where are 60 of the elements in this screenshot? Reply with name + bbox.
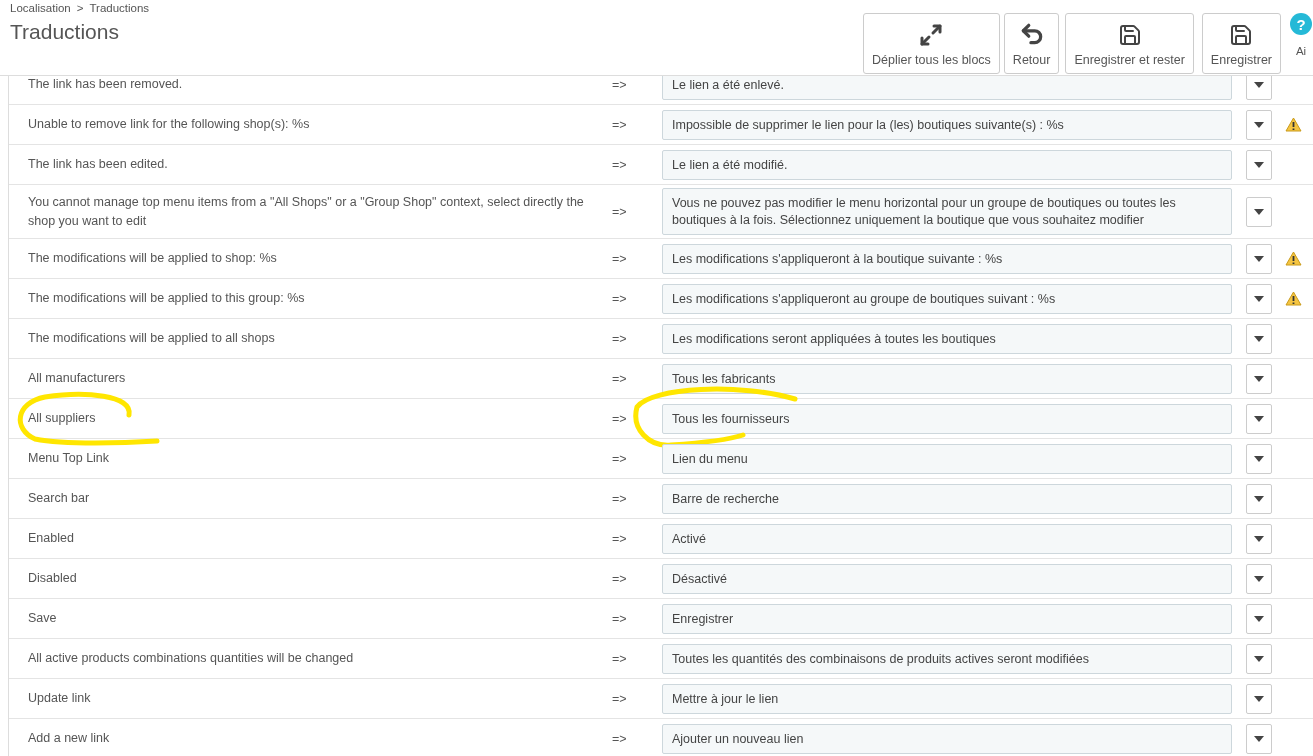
source-text: Unable to remove link for the following shop(s): %s (28, 116, 311, 133)
translation-field[interactable]: Les modifications seront appliquées à toutes les boutiques (662, 323, 1232, 354)
arrow-text: => (612, 731, 628, 746)
arrow-text: => (612, 251, 628, 266)
translation-field[interactable]: Vous ne pouvez pas modifier le menu horizontal pour un groupe de boutiques ou toutes les boutiques à la fois. Sélectionnez uniquement la boutique que vous souhaitez modifier (662, 188, 1232, 235)
source-text: All active products combinations quantities will be changed (28, 650, 355, 667)
translation-field[interactable]: Tous les fournisseurs (662, 403, 1232, 434)
translation-field[interactable]: Barre de recherche (662, 483, 1232, 514)
breadcrumb-item: > (76, 2, 84, 14)
toolbar-button[interactable]: Déplier tous les blocs (863, 13, 1000, 74)
translation-field[interactable]: Tous les fabricants (662, 363, 1232, 394)
source-text: The modifications will be applied to all shops (28, 330, 276, 347)
arrow-text: => (612, 331, 628, 346)
source-text: Disabled (28, 570, 78, 587)
source-text: The modifications will be applied to shop: %s (28, 250, 278, 267)
arrow-text: => (612, 531, 628, 546)
translation-field[interactable]: Activé (662, 523, 1232, 554)
source-text: Add a new link (28, 730, 111, 747)
source-text: You cannot manage top menu items from a "All Shops" or a "Group Shop" context, select directly the shop you want to edit (28, 193, 585, 230)
arrow-text: => (612, 491, 628, 506)
arrow-text: => (612, 371, 628, 386)
page-title: Traductions (10, 20, 120, 44)
translation-field[interactable]: Mettre à jour le lien (662, 683, 1232, 714)
arrow-text: => (612, 157, 628, 172)
arrow-text: => (612, 411, 628, 426)
translation-field[interactable]: Le lien a été modifié. (662, 149, 1232, 180)
arrow-text: => (612, 291, 628, 306)
source-text: The link has been removed. (28, 76, 184, 93)
toolbar-button[interactable]: Enregistrer et rester (1065, 13, 1194, 74)
source-text: The modifications will be applied to this group: %s (28, 290, 306, 307)
toolbar-button[interactable]: Enregistrer (1201, 13, 1281, 74)
translation-field[interactable]: Lien du menu (662, 443, 1232, 474)
translation-field[interactable]: Les modifications s'appliqueront à la boutique suivante : %s (662, 243, 1232, 274)
translation-field[interactable]: Désactivé (662, 563, 1232, 594)
translation-field[interactable]: Les modifications s'appliqueront au groupe de boutiques suivant : %s (662, 283, 1232, 314)
arrow-text: => (612, 651, 628, 666)
source-text: Save (28, 610, 58, 627)
arrow-text: => (612, 451, 628, 466)
translation-field[interactable]: Impossible de supprimer le lien pour la (les) boutiques suivante(s) : %s (662, 109, 1232, 140)
translation-field[interactable]: Le lien a été enlevé. (662, 76, 1232, 100)
translation-field[interactable]: Ajouter un nouveau lien (662, 723, 1232, 754)
source-text: All suppliers (28, 410, 97, 427)
help-label[interactable]: Ai (1295, 45, 1307, 57)
breadcrumb-item[interactable]: Traductions (89, 2, 150, 14)
translation-field[interactable]: Toutes les quantités des combinaisons de produits actives seront modifiées (662, 643, 1232, 674)
source-text: Update link (28, 690, 92, 707)
arrow-text: => (612, 691, 628, 706)
source-text: Enabled (28, 530, 75, 547)
source-text: The link has been edited. (28, 156, 169, 173)
arrow-text: => (612, 204, 628, 219)
source-text: All manufacturers (28, 370, 127, 387)
arrow-text: => (612, 611, 628, 626)
arrow-text: => (612, 77, 628, 92)
source-text: Menu Top Link (28, 450, 111, 467)
breadcrumb-item[interactable]: Localisation (10, 2, 71, 14)
arrow-text: => (612, 571, 628, 586)
translation-field[interactable]: Enregistrer (662, 603, 1232, 634)
toolbar-button[interactable]: Retour (1003, 13, 1060, 74)
source-text: Search bar (28, 490, 91, 507)
arrow-text: => (612, 117, 628, 132)
